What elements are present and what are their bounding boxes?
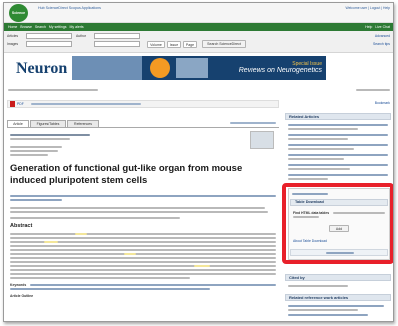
journal-meta-2 — [10, 138, 70, 140]
tab-right-links — [230, 122, 276, 124]
issue-field[interactable]: Issue — [167, 41, 181, 48]
related-2 — [288, 134, 388, 136]
related-articles-header[interactable]: Related Articles — [285, 113, 391, 120]
volume-field[interactable]: Volume — [147, 41, 165, 48]
search-tips-link[interactable]: Search tips — [360, 42, 390, 46]
affiliation-1 — [10, 207, 265, 209]
related-1 — [288, 124, 388, 126]
abstract-line-6 — [10, 253, 276, 255]
related-1b — [288, 128, 358, 130]
user-links[interactable]: Welcome user | Logout | Help — [304, 6, 390, 10]
copyright-line-1 — [10, 146, 62, 148]
page-field[interactable]: Page — [183, 41, 197, 48]
banner-subtitle: Reviews on Neurogenetics — [238, 67, 322, 74]
related-ref-1 — [288, 305, 384, 307]
highlight-box — [282, 183, 393, 264]
related-6b — [288, 178, 328, 180]
toolbar-items — [31, 103, 141, 105]
search-input-2[interactable] — [94, 33, 140, 39]
pdf-link[interactable]: PDF — [17, 102, 29, 106]
journal-title: Neuron — [16, 60, 68, 77]
related-5b — [288, 168, 350, 170]
advanced-search-link[interactable]: Advanced — [360, 34, 390, 38]
search-label-author: Author — [76, 34, 86, 38]
related-4b — [288, 158, 344, 160]
main-nav-items[interactable]: Home Browse Search My settings My alerts — [8, 25, 208, 29]
top-links[interactable]: Hub ScienceDirect Scopus Applications — [38, 6, 148, 10]
abstract-line-11 — [10, 273, 276, 275]
abstract-highlight-3 — [124, 253, 136, 255]
related-ref-2 — [288, 309, 358, 311]
article-title: Generation of functional gut-like organ … — [10, 163, 243, 186]
search-label-all: Articles — [7, 34, 19, 38]
cited-by-header[interactable]: Cited by — [285, 274, 391, 281]
abstract-line-12 — [10, 277, 190, 279]
abstract-highlight-2 — [44, 241, 58, 243]
keywords-values-2 — [10, 288, 210, 290]
banner-badge — [150, 58, 170, 78]
received-line — [10, 217, 180, 219]
related-2b — [288, 138, 348, 140]
author-line-2 — [10, 199, 62, 201]
abstract-line-5 — [10, 249, 276, 251]
pdf-icon[interactable] — [10, 101, 15, 107]
abstract-highlight-4 — [194, 265, 210, 267]
related-4 — [288, 154, 388, 156]
browser-window: Science Direct Hub ScienceDirect Scopus … — [3, 2, 394, 322]
main-nav-right[interactable]: Help Live Chat — [334, 25, 390, 29]
abstract-heading: Abstract — [10, 223, 33, 229]
breadcrumb-right — [356, 89, 390, 91]
search-input-4[interactable] — [94, 41, 140, 47]
outline-label: Article Outline — [10, 294, 34, 298]
journal-cover-thumb[interactable] — [250, 131, 274, 149]
search-input-3[interactable] — [26, 41, 72, 47]
abstract-line-9 — [10, 265, 276, 267]
abstract-line-10 — [10, 269, 276, 271]
related-6 — [288, 174, 388, 176]
copyright-line-2 — [10, 150, 58, 152]
copyright-line-3 — [10, 154, 48, 156]
journal-meta-1 — [10, 134, 90, 136]
breadcrumb-line — [8, 89, 98, 91]
related-ref-header[interactable]: Related reference work articles — [285, 294, 391, 301]
abstract-line-2 — [10, 237, 276, 239]
cited-by-text — [288, 285, 348, 287]
related-ref-3 — [288, 314, 368, 316]
related-3b — [288, 148, 354, 150]
sciverse-logo[interactable]: Science Direct — [9, 4, 28, 33]
search-input-1[interactable] — [26, 33, 72, 39]
abstract-line-8 — [10, 261, 276, 263]
author-line-1 — [10, 195, 276, 197]
banner-art — [72, 56, 142, 80]
abstract-highlight-1 — [75, 233, 87, 235]
abstract-line-7 — [10, 257, 276, 259]
abstract-line-1 — [10, 233, 276, 235]
search-button[interactable]: Search ScienceDirect — [202, 40, 246, 48]
related-5 — [288, 164, 388, 166]
sidebar-top-link[interactable]: Bookmark — [348, 100, 390, 107]
abstract-line-4 — [10, 245, 276, 247]
keywords-values — [30, 284, 276, 286]
search-label-images: Images — [7, 42, 19, 46]
affiliation-2 — [10, 211, 268, 213]
tabs-underline — [7, 127, 279, 128]
related-3 — [288, 144, 388, 146]
